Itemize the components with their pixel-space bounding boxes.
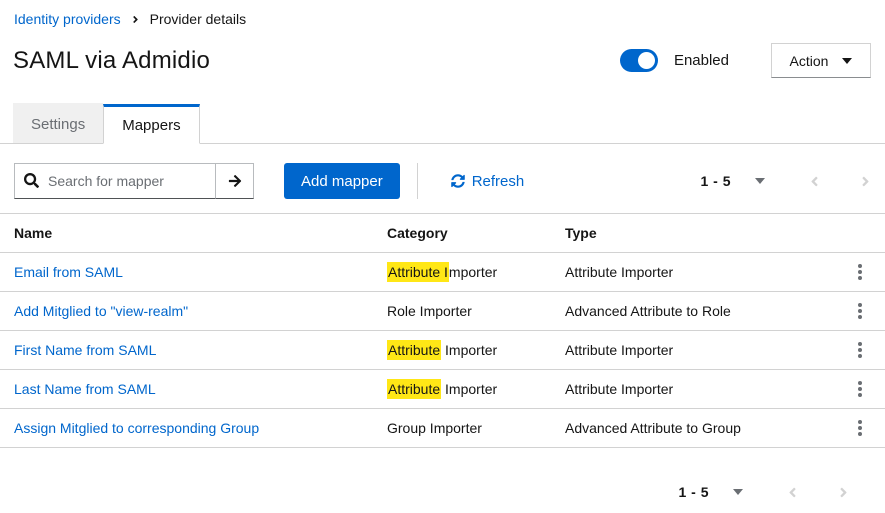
top-pagination: 1 - 5 (700, 173, 871, 189)
kebab-icon (858, 303, 862, 307)
tab-bar: Settings Mappers (0, 103, 885, 144)
mapper-category: Attribute Importer (387, 342, 565, 358)
caret-down-icon (842, 58, 852, 64)
row-kebab-menu-button[interactable] (850, 416, 870, 440)
search-highlight: Attribute I (387, 262, 449, 282)
add-mapper-button[interactable]: Add mapper (284, 163, 400, 199)
row-kebab-menu-button[interactable] (850, 299, 870, 323)
pagination-options-button[interactable] (729, 485, 747, 499)
mappers-table: Name Category Type Email from SAML Attri… (0, 213, 885, 448)
column-header-name: Name (14, 225, 387, 241)
row-kebab-menu-button[interactable] (850, 338, 870, 362)
mapper-type: Attribute Importer (565, 342, 835, 358)
mapper-name-link[interactable]: First Name from SAML (14, 342, 156, 358)
pagination-prev-button[interactable] (809, 174, 820, 189)
chevron-left-icon (787, 485, 798, 500)
action-dropdown-label: Action (790, 53, 829, 69)
mapper-type: Advanced Attribute to Group (565, 420, 835, 436)
refresh-icon (451, 174, 465, 188)
refresh-label: Refresh (472, 173, 525, 190)
arrow-right-icon (228, 174, 242, 188)
mapper-name-link[interactable]: Add Mitglied to "view-realm" (14, 303, 188, 319)
mapper-name-link[interactable]: Assign Mitglied to corresponding Group (14, 420, 259, 436)
tab-settings-label: Settings (31, 116, 85, 133)
breadcrumb-current: Provider details (150, 11, 247, 27)
mapper-type: Attribute Importer (565, 381, 835, 397)
search-input[interactable] (14, 163, 216, 199)
breadcrumb-link-identity-providers[interactable]: Identity providers (14, 11, 121, 27)
tab-mappers[interactable]: Mappers (103, 104, 199, 144)
enabled-toggle[interactable] (620, 49, 658, 72)
mappers-toolbar: Add mapper Refresh 1 - 5 (14, 163, 871, 199)
header-controls: Enabled Action (620, 43, 871, 78)
table-row: Assign Mitglied to corresponding Group G… (0, 409, 885, 448)
table-body: Email from SAML Attribute Importer Attri… (0, 253, 885, 448)
kebab-icon (858, 420, 862, 424)
pagination-options-button[interactable] (751, 174, 769, 188)
pagination-range: 1 - 5 (700, 173, 731, 189)
kebab-icon (858, 264, 862, 268)
pagination-range: 1 - 5 (678, 484, 709, 500)
bottom-pagination: 1 - 5 (0, 484, 849, 500)
search-icon (24, 173, 39, 188)
row-kebab-menu-button[interactable] (850, 260, 870, 284)
pagination-prev-button[interactable] (787, 485, 798, 500)
pagination-next-button[interactable] (860, 174, 871, 189)
toggle-knob (638, 52, 655, 69)
breadcrumb: Identity providers Provider details (0, 0, 885, 27)
search-highlight: Attribute (387, 340, 441, 360)
page-title: SAML via Admidio (13, 47, 210, 75)
table-row: Email from SAML Attribute Importer Attri… (0, 253, 885, 292)
tab-settings[interactable]: Settings (13, 103, 103, 143)
mapper-type: Advanced Attribute to Role (565, 303, 835, 319)
table-row: Add Mitglied to "view-realm" Role Import… (0, 292, 885, 331)
table-row: First Name from SAML Attribute Importer … (0, 331, 885, 370)
caret-down-icon (733, 489, 743, 495)
mapper-name-link[interactable]: Last Name from SAML (14, 381, 156, 397)
mapper-category: Attribute Importer (387, 381, 565, 397)
action-dropdown-button[interactable]: Action (771, 43, 871, 78)
refresh-button[interactable]: Refresh (451, 173, 525, 190)
search-group (14, 163, 254, 199)
mapper-category: Role Importer (387, 303, 565, 319)
chevron-left-icon (809, 174, 820, 189)
table-header-row: Name Category Type (0, 214, 885, 253)
chevron-right-icon (860, 174, 871, 189)
mapper-category: Group Importer (387, 420, 565, 436)
page-header: SAML via Admidio Enabled Action (13, 43, 871, 78)
mapper-category: Attribute Importer (387, 264, 565, 280)
kebab-icon (858, 342, 862, 346)
breadcrumb-chevron-icon (131, 14, 140, 25)
kebab-icon (858, 381, 862, 385)
column-header-category: Category (387, 225, 565, 241)
toolbar-divider (417, 163, 418, 199)
mapper-name-link[interactable]: Email from SAML (14, 264, 123, 280)
caret-down-icon (755, 178, 765, 184)
pagination-next-button[interactable] (838, 485, 849, 500)
search-submit-button[interactable] (216, 163, 254, 199)
row-kebab-menu-button[interactable] (850, 377, 870, 401)
toggle-label: Enabled (674, 52, 729, 69)
column-header-type: Type (565, 225, 835, 241)
table-row: Last Name from SAML Attribute Importer A… (0, 370, 885, 409)
tab-mappers-label: Mappers (122, 117, 180, 134)
chevron-right-icon (838, 485, 849, 500)
search-highlight: Attribute (387, 379, 441, 399)
mapper-type: Attribute Importer (565, 264, 835, 280)
